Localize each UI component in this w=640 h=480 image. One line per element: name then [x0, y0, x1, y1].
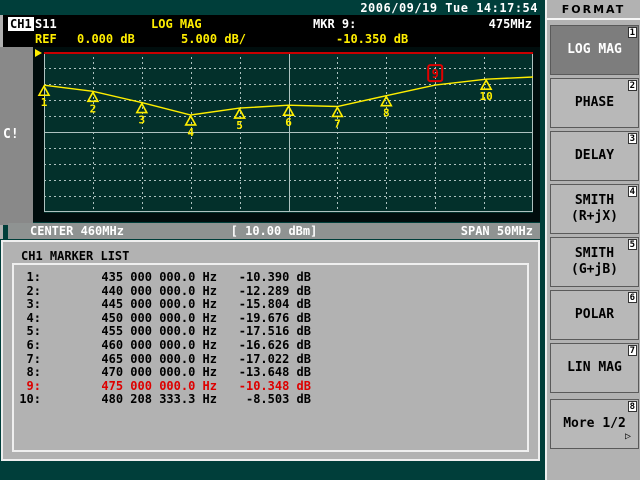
marker-row: 6: 460 000 000.0 Hz -16.626 dB — [26, 337, 311, 352]
softkey-delay[interactable]: 3 DELAY — [550, 131, 639, 181]
svg-text:7: 7 — [334, 117, 341, 130]
svg-text:6: 6 — [285, 116, 292, 129]
marker-list-rows: 1: 435 000 000.0 Hz -10.390 dB 2: 440 000 0… — [7, 270, 311, 407]
trace-header-bar: CH1 S11 LOG MAG MKR 9: 475MHz REF 0.000 … — [3, 15, 540, 47]
softkey-menu-title: FORMAT — [547, 0, 640, 20]
softkey-number-badge: 5 — [627, 239, 637, 250]
svg-text:1: 1 — [41, 96, 48, 109]
svg-text:9: 9 — [432, 67, 439, 81]
marker-row: 7: 465 000 000.0 Hz -17.022 dB — [26, 351, 311, 366]
marker-amplitude-readout: -10.350 dB — [336, 32, 409, 46]
marker-row-active: 9: 475 000 000.0 Hz -10.348 dB — [26, 378, 311, 393]
softkey-smith-rjx[interactable]: 4 SMITH (R+jX) — [550, 184, 639, 234]
softkey-number-badge: 2 — [627, 80, 637, 91]
svg-text:8: 8 — [383, 107, 390, 120]
measurement-label: S11 — [35, 17, 57, 31]
correction-status-label: C! — [3, 127, 19, 142]
marker-row: 8: 470 000 000.0 Hz -13.648 dB — [26, 365, 311, 380]
trace-graph: 1 2 3 4 5 6 7 8 9 10 — [33, 47, 540, 222]
scale-per-div-value: 5.000 dB/ — [181, 32, 247, 46]
analyzer-screen: 2006/09/19 Tue 14:17:54 CH1 S11 LOG MAG … — [0, 0, 640, 480]
marker-row: 2: 440 000 000.0 Hz -12.289 dB — [26, 283, 311, 298]
softkey-number-badge: 6 — [627, 292, 637, 303]
softkey-number-badge: 4 — [627, 186, 637, 197]
softkey-number-badge: 3 — [627, 133, 637, 144]
stimulus-bar: CENTER 460MHz [ 10.00 dBm] SPAN 50MHz — [8, 223, 540, 239]
svg-text:3: 3 — [138, 114, 145, 127]
reference-position-arrow-icon — [35, 49, 42, 57]
marker-row: 10: 480 208 333.3 Hz -8.503 dB — [19, 392, 311, 407]
softkey-number-badge: 8 — [627, 401, 637, 412]
softkey-log-mag[interactable]: 1 LOG MAG — [550, 25, 639, 75]
svg-text:2: 2 — [90, 102, 97, 115]
channel-label: CH1 — [8, 17, 34, 31]
power-level-label: [ 10.00 dBm] — [230, 224, 318, 238]
svg-text:5: 5 — [236, 119, 243, 132]
softkey-more[interactable]: 8 More 1/2 ▷ — [550, 399, 639, 449]
marker-row: 1: 435 000 000.0 Hz -10.390 dB — [26, 270, 311, 284]
marker-row: 3: 445 000 000.0 Hz -15.804 dB — [26, 297, 311, 312]
center-frequency-label: CENTER 460MHz — [30, 224, 124, 238]
svg-text:10: 10 — [480, 90, 493, 103]
softkey-number-badge: 7 — [627, 345, 637, 356]
marker-row: 4: 450 000 000.0 Hz -19.676 dB — [26, 310, 311, 325]
softkey-polar[interactable]: 6 POLAR — [550, 290, 639, 340]
softkey-menu: FORMAT 1 LOG MAG 2 PHASE 3 DELAY 4 SMITH (R+… — [545, 0, 640, 480]
softkey-smith-gjb[interactable]: 5 SMITH (G+jB) — [550, 237, 639, 287]
span-label: SPAN 50MHz — [460, 224, 533, 238]
softkey-phase[interactable]: 2 PHASE — [550, 78, 639, 128]
softkey-lin-mag[interactable]: 7 LIN MAG — [550, 343, 639, 393]
status-strip: C! — [0, 47, 33, 225]
graticule: 1 2 3 4 5 6 7 8 9 10 — [37, 52, 534, 213]
marker-list-title: CH1 MARKER LIST — [21, 249, 130, 263]
format-label: LOG MAG — [151, 17, 202, 31]
ref-value: 0.000 dB — [77, 32, 135, 46]
ref-label: REF — [35, 32, 57, 46]
marker-frequency-readout: 475MHz — [488, 17, 532, 31]
datetime-display: 2006/09/19 Tue 14:17:54 — [360, 1, 538, 15]
marker-list-panel: CH1 MARKER LIST 1: 435 000 000.0 Hz -10.39… — [1, 240, 540, 461]
softkey-number-badge: 1 — [627, 27, 637, 38]
marker-number-label: MKR 9: — [313, 17, 357, 31]
softkey-list: 1 LOG MAG 2 PHASE 3 DELAY 4 SMITH (R+jX) 5 SM… — [550, 25, 639, 452]
marker-row: 5: 455 000 000.0 Hz -17.516 dB — [26, 324, 311, 339]
svg-text:4: 4 — [187, 126, 194, 139]
trace-plot: 1 2 3 4 5 6 7 8 9 10 — [37, 52, 534, 212]
more-arrow-icon: ▷ — [624, 431, 631, 442]
